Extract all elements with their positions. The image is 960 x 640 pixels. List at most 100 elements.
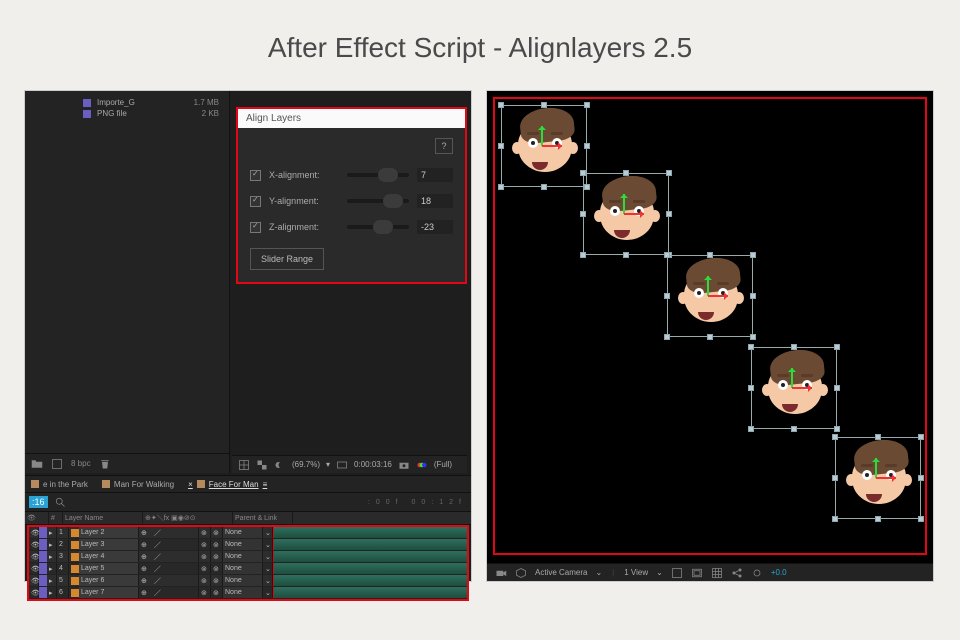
resize-handle[interactable] [580, 211, 586, 217]
chevron-down-icon[interactable]: ⌄ [595, 568, 602, 577]
resize-handle[interactable] [664, 334, 670, 340]
layer-row[interactable]: 👁▸2Layer 3⊕ ／⊚⊚None⌄ [29, 539, 467, 551]
project-item[interactable]: PNG file 2 KB [83, 108, 229, 119]
resize-handle[interactable] [707, 334, 713, 340]
safe-zones-icon[interactable] [691, 567, 703, 579]
slider-thumb[interactable] [383, 194, 403, 208]
resize-handle[interactable] [623, 252, 629, 258]
z-align-value[interactable]: -23 [417, 220, 453, 234]
resize-handle[interactable] [750, 252, 756, 258]
resize-handle[interactable] [498, 102, 504, 108]
resize-handle[interactable] [834, 426, 840, 432]
layer-row[interactable]: 👁▸4Layer 5⊕ ／⊚⊚None⌄ [29, 563, 467, 575]
slider-thumb[interactable] [378, 168, 398, 182]
exposure-value[interactable]: +0.0 [771, 568, 787, 577]
search-icon[interactable] [54, 496, 66, 508]
folder-icon[interactable] [31, 458, 43, 470]
comp-viewport[interactable] [493, 97, 927, 555]
chevron-down-icon[interactable]: ▾ [326, 460, 330, 469]
selected-layer-bbox[interactable] [501, 105, 587, 187]
resize-handle[interactable] [791, 426, 797, 432]
resize-handle[interactable] [918, 434, 924, 440]
resize-handle[interactable] [498, 143, 504, 149]
layer-row[interactable]: 👁▸1Layer 2⊕ ／⊚⊚None⌄ [29, 527, 467, 539]
comp-swatch [31, 480, 39, 488]
help-button[interactable]: ? [435, 138, 453, 154]
grid-toggle-icon[interactable] [711, 567, 723, 579]
resolution-icon[interactable] [336, 459, 348, 471]
current-timecode[interactable]: :16 [29, 496, 48, 508]
channels-icon[interactable] [416, 459, 428, 471]
new-comp-icon[interactable] [51, 458, 63, 470]
resize-handle[interactable] [834, 385, 840, 391]
resize-handle[interactable] [748, 426, 754, 432]
view-count[interactable]: 1 View [624, 568, 648, 577]
resize-handle[interactable] [832, 516, 838, 522]
zoom-value[interactable]: (69.7%) [292, 460, 320, 469]
resize-handle[interactable] [918, 475, 924, 481]
x-align-checkbox[interactable] [250, 170, 261, 181]
share-icon[interactable] [731, 567, 743, 579]
camera-icon[interactable] [495, 567, 507, 579]
mask-icon[interactable] [274, 459, 286, 471]
z-align-checkbox[interactable] [250, 222, 261, 233]
exposure-icon[interactable] [751, 567, 763, 579]
resize-handle[interactable] [832, 434, 838, 440]
project-item[interactable]: Importe_G 1.7 MB [83, 97, 229, 108]
resize-handle[interactable] [834, 344, 840, 350]
selected-layer-bbox[interactable] [667, 255, 753, 337]
resize-handle[interactable] [580, 252, 586, 258]
layer-row[interactable]: 👁▸3Layer 4⊕ ／⊚⊚None⌄ [29, 551, 467, 563]
selected-layer-bbox[interactable] [583, 173, 669, 255]
resize-handle[interactable] [580, 170, 586, 176]
guides-icon[interactable] [671, 567, 683, 579]
selected-layer-bbox[interactable] [751, 347, 837, 429]
grid-icon[interactable] [238, 459, 250, 471]
comp-timecode[interactable]: 0:00:03:16 [354, 460, 392, 469]
3d-icon[interactable] [515, 567, 527, 579]
tab-label: Man For Walking [114, 480, 174, 489]
timeline-tab[interactable]: e in the Park [31, 480, 88, 489]
transparency-icon[interactable] [256, 459, 268, 471]
resize-handle[interactable] [750, 334, 756, 340]
resize-handle[interactable] [748, 344, 754, 350]
resize-handle[interactable] [918, 516, 924, 522]
slider-range-button[interactable]: Slider Range [250, 248, 324, 270]
slider-thumb[interactable] [373, 220, 393, 234]
resize-handle[interactable] [832, 475, 838, 481]
trash-icon[interactable] [99, 458, 111, 470]
resize-handle[interactable] [541, 184, 547, 190]
resize-handle[interactable] [666, 170, 672, 176]
timeline-tab[interactable]: Man For Walking [102, 480, 174, 489]
snapshot-icon[interactable] [398, 459, 410, 471]
y-align-slider[interactable] [347, 199, 409, 203]
dialog-titlebar[interactable]: Align Layers [238, 109, 465, 128]
bpc-label[interactable]: 8 bpc [71, 459, 91, 468]
selected-layer-bbox[interactable] [835, 437, 921, 519]
y-align-value[interactable]: 18 [417, 194, 453, 208]
time-ruler[interactable]: :00f 00:12f [368, 499, 467, 506]
resize-handle[interactable] [875, 516, 881, 522]
x-align-slider[interactable] [347, 173, 409, 177]
num-column: # [49, 512, 63, 524]
resize-handle[interactable] [584, 143, 590, 149]
resize-handle[interactable] [748, 385, 754, 391]
layer-row[interactable]: 👁▸6Layer 7⊕ ／⊚⊚None⌄ [29, 587, 467, 599]
y-align-checkbox[interactable] [250, 196, 261, 207]
chevron-down-icon[interactable]: ⌄ [656, 568, 663, 577]
layer-row[interactable]: 👁▸5Layer 6⊕ ／⊚⊚None⌄ [29, 575, 467, 587]
parent-column: Parent & Link [233, 512, 293, 524]
resize-handle[interactable] [666, 211, 672, 217]
resolution-value[interactable]: (Full) [434, 460, 452, 469]
resize-handle[interactable] [584, 102, 590, 108]
z-align-slider[interactable] [347, 225, 409, 229]
camera-label[interactable]: Active Camera [535, 568, 587, 577]
resize-handle[interactable] [498, 184, 504, 190]
project-item-size: 1.7 MB [194, 98, 219, 107]
resize-handle[interactable] [664, 293, 670, 299]
resize-handle[interactable] [664, 252, 670, 258]
timeline-tab[interactable]: × Face For Man ≡ [188, 480, 267, 489]
x-align-value[interactable]: 7 [417, 168, 453, 182]
name-column: Layer Name [63, 512, 143, 524]
resize-handle[interactable] [750, 293, 756, 299]
